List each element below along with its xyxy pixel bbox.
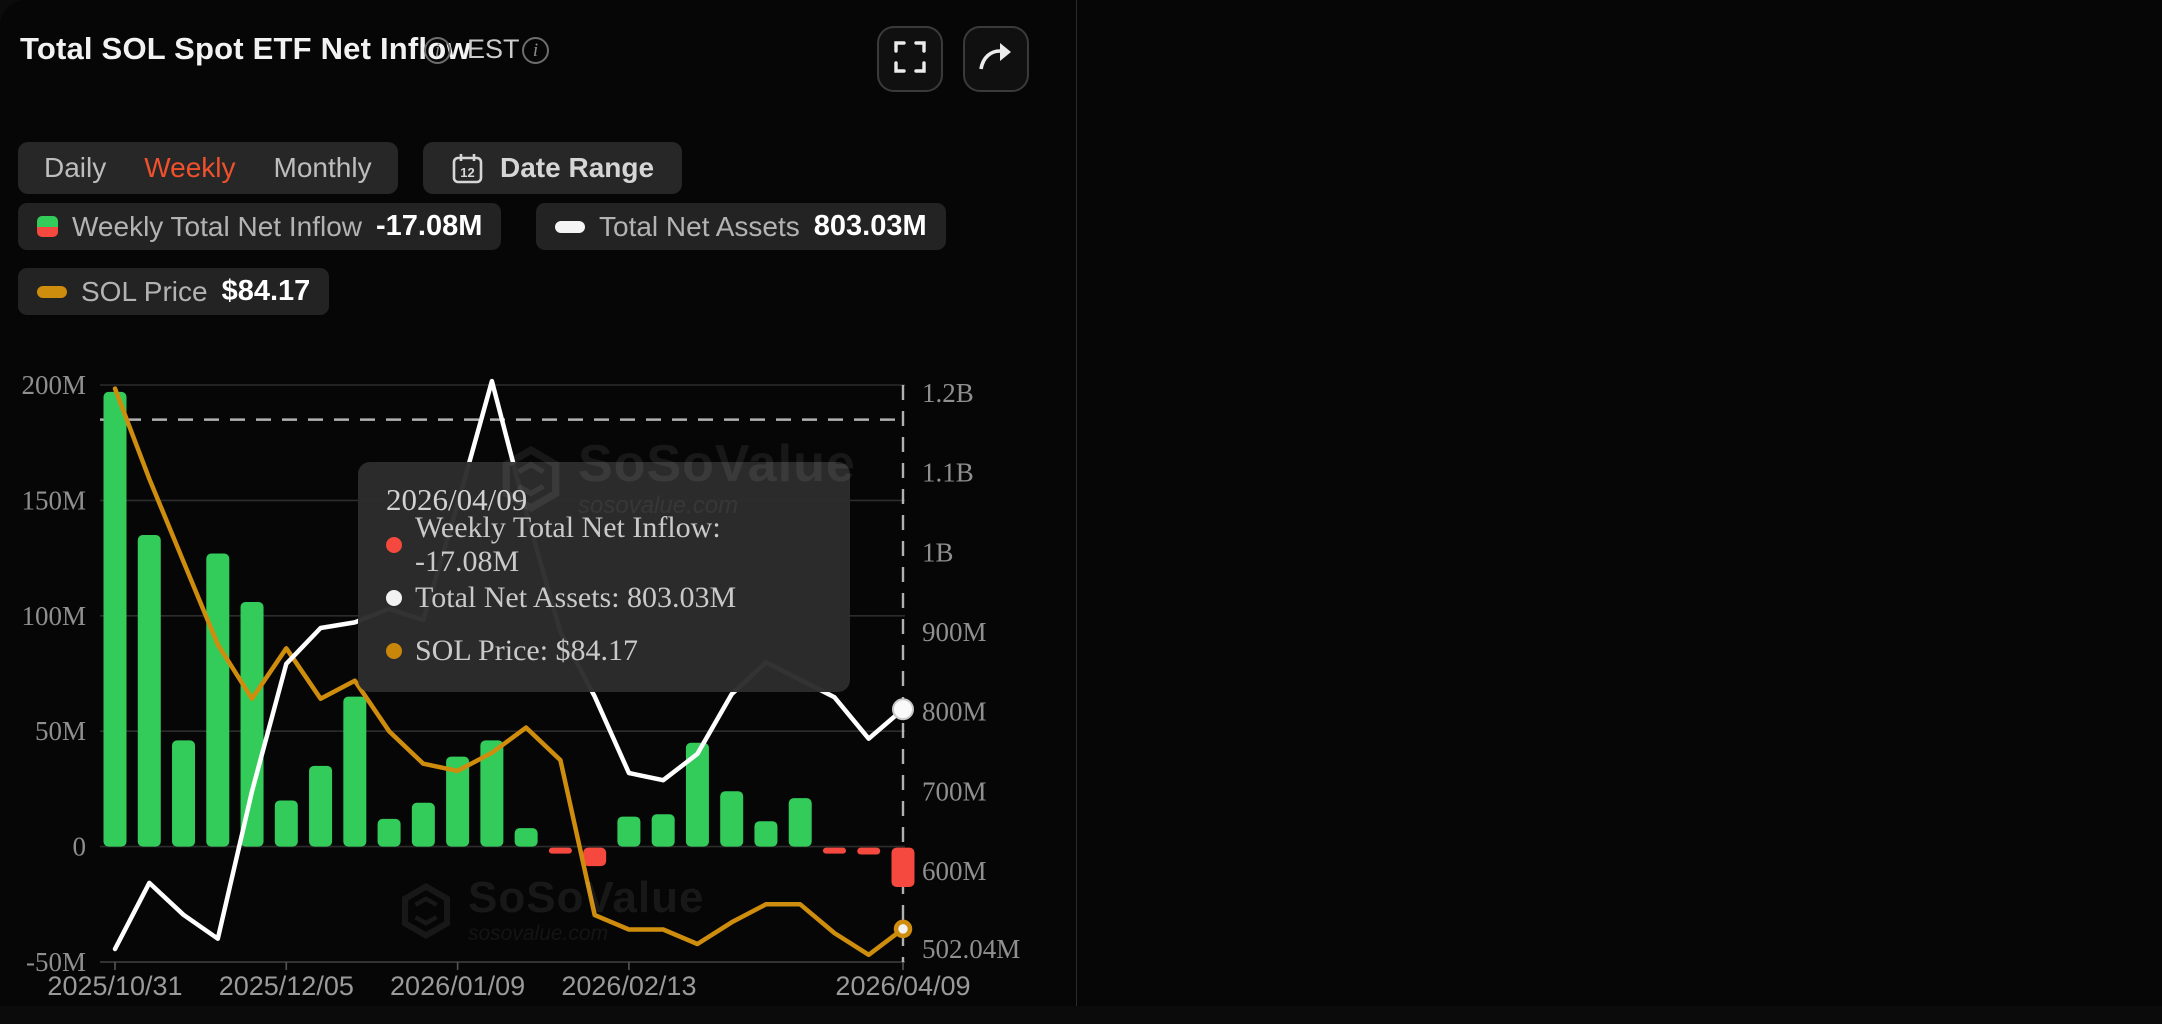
series-dot-icon: [386, 643, 402, 659]
fullscreen-icon: [893, 40, 927, 79]
inflow-bar[interactable]: [892, 848, 915, 887]
left-axis-label: 50M: [35, 716, 86, 746]
date-range-label: Date Range: [500, 152, 654, 184]
tooltip-row-text: Total Net Assets: 803.03M: [415, 581, 736, 615]
inflow-bar[interactable]: [515, 828, 538, 846]
inflow-bar[interactable]: [583, 848, 606, 866]
info-icon[interactable]: i: [424, 37, 451, 64]
fullscreen-button[interactable]: [877, 26, 943, 92]
right-axis-label: 700M: [922, 776, 987, 806]
tooltip-row: Total Net Assets: 803.03M: [386, 571, 822, 624]
left-axis-label: 100M: [21, 601, 86, 631]
right-axis-label: 1B: [922, 537, 954, 567]
inflow-bar[interactable]: [343, 697, 366, 847]
inflow-bar[interactable]: [857, 848, 880, 855]
tab-monthly[interactable]: Monthly: [274, 152, 372, 184]
x-axis-label: 2026/04/09: [835, 971, 970, 1001]
series-dot-icon: [386, 537, 402, 553]
chart-tooltip: 2026/04/09 Weekly Total Net Inflow: -17.…: [358, 462, 850, 692]
left-panel-title: Total SOL Spot ETF Net Inflow: [20, 31, 471, 67]
net-assets-point-marker: [893, 699, 913, 719]
x-axis-label: 2026/01/09: [390, 971, 525, 1001]
line-series-swatch-icon: [555, 221, 585, 233]
inflow-bar[interactable]: [754, 821, 777, 846]
line-series-swatch-icon: [37, 286, 67, 298]
inflow-bar[interactable]: [275, 800, 298, 846]
series-dot-icon: [386, 590, 402, 606]
tooltip-row-text: SOL Price: $84.17: [415, 634, 638, 668]
legend-sol-price[interactable]: SOL Price $84.17: [18, 268, 329, 315]
net-inflow-panel: Total SOL Spot ETF Net Inflow i EST i Da…: [0, 0, 1076, 1006]
calendar-icon: 12: [451, 152, 484, 185]
x-axis-label: 2026/02/13: [561, 971, 696, 1001]
history-data-panel: Total SOL Spot ETF History Data i Daily …: [1076, 0, 2162, 1006]
tooltip-row: SOL Price: $84.17: [386, 624, 822, 677]
right-axis-label: 1.1B: [922, 458, 974, 488]
chart-period-tabs: Daily Weekly Monthly: [18, 142, 398, 194]
right-axis-label: 1.2B: [922, 378, 974, 408]
left-axis-label: 150M: [21, 485, 86, 515]
inflow-bar[interactable]: [378, 819, 401, 847]
inflow-bar[interactable]: [172, 740, 195, 846]
sol-price-point-marker: [896, 922, 910, 936]
left-axis-label: 0: [73, 832, 87, 862]
right-axis-label: 800M: [922, 697, 987, 727]
tooltip-row: Weekly Total Net Inflow: -17.08M: [386, 518, 822, 571]
inflow-bar[interactable]: [617, 817, 640, 847]
right-axis-label: 900M: [922, 617, 987, 647]
info-icon[interactable]: i: [522, 37, 549, 64]
inflow-bar[interactable]: [549, 848, 572, 854]
tab-weekly[interactable]: Weekly: [144, 152, 235, 184]
tab-daily[interactable]: Daily: [44, 152, 106, 184]
inflow-bar[interactable]: [720, 791, 743, 846]
legend-total-net-assets[interactable]: Total Net Assets 803.03M: [536, 203, 946, 250]
inflow-bar[interactable]: [789, 798, 812, 846]
tooltip-row-text: Weekly Total Net Inflow: -17.08M: [415, 511, 822, 579]
inflow-bar[interactable]: [138, 535, 161, 847]
inflow-bar[interactable]: [652, 814, 675, 846]
inflow-bar[interactable]: [104, 392, 127, 847]
inflow-bar[interactable]: [823, 848, 846, 854]
date-range-button[interactable]: 12 Date Range: [423, 142, 682, 194]
left-axis-label: 200M: [21, 370, 86, 400]
right-axis-label: 502.04M: [922, 934, 1020, 964]
bar-series-swatch-icon: [37, 216, 58, 237]
x-axis-label: 2025/12/05: [219, 971, 354, 1001]
inflow-bar[interactable]: [309, 766, 332, 847]
inflow-bar[interactable]: [241, 602, 264, 847]
share-button[interactable]: [963, 26, 1029, 92]
legend-weekly-net-inflow[interactable]: Weekly Total Net Inflow -17.08M: [18, 203, 501, 250]
right-axis-label: 600M: [922, 856, 987, 886]
share-icon: [977, 40, 1015, 79]
svg-text:12: 12: [460, 165, 474, 180]
timezone-label: EST: [467, 34, 520, 65]
inflow-bar[interactable]: [206, 553, 229, 846]
inflow-bar[interactable]: [412, 803, 435, 847]
x-axis-label: 2025/10/31: [47, 971, 182, 1001]
